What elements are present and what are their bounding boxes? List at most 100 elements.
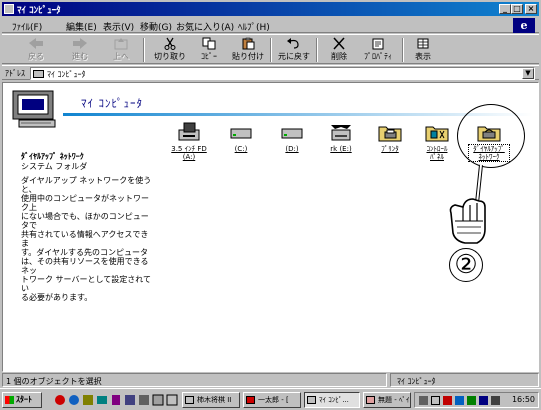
cut-button[interactable]: 切り取り: [152, 37, 188, 63]
hard-drive-icon: [230, 128, 252, 139]
toolbar-separator: [402, 38, 404, 62]
app-icon: [246, 396, 255, 404]
start-button[interactable]: ｽﾀｰﾄ: [2, 392, 42, 408]
item-drive-c[interactable]: (C:): [221, 121, 261, 153]
info-description: ダイヤルアップ ネットワークを使うと、 使用中のコンピュータがネットワーク上 に…: [21, 176, 152, 302]
maximize-button[interactable]: □: [511, 4, 523, 14]
up-folder-icon: [114, 38, 128, 50]
status-bar: 1 個のオブジェクトを選択 ﾏｲ ｺﾝﾋﾟｭｰﾀ: [2, 373, 539, 387]
taskbar: ｽﾀｰﾄ 柿木将棋 II 一太郎 - [ ﾏｲ ｺﾝﾋﾟ... 無題 - ﾍﾟｲ…: [0, 388, 541, 410]
system-tray: 16:50: [414, 392, 539, 408]
folder-content: ﾏｲ ｺﾝﾋﾟｭｰﾀ ﾀﾞｲﾔﾙｱｯﾌﾟ ﾈｯﾄﾜｰｸ システム フォルダ ダイ…: [2, 82, 539, 372]
menu-go[interactable]: 移動(G): [140, 20, 172, 33]
back-button[interactable]: 戻る: [16, 37, 56, 63]
address-field[interactable]: ﾏｲ ｺﾝﾋﾟｭｰﾀ ▼: [30, 67, 535, 80]
tray-icon[interactable]: [419, 396, 428, 405]
quick-launch-icon[interactable]: [152, 394, 164, 406]
tray-icon[interactable]: [455, 396, 464, 405]
floppy-drive-icon: [178, 122, 200, 141]
clock[interactable]: 16:50: [512, 395, 535, 404]
quick-launch-icon[interactable]: [82, 394, 94, 406]
hard-drive-icon: [281, 128, 303, 139]
task-my-computer[interactable]: ﾏｲ ｺﾝﾋﾟ...: [304, 392, 360, 408]
item-drive-d[interactable]: (D:): [272, 121, 312, 153]
copy-icon: [202, 37, 216, 50]
ie-logo-icon: e: [513, 18, 535, 33]
delete-button[interactable]: 削除: [324, 37, 354, 63]
scissors-icon: [164, 37, 176, 50]
step-number-badge: ②: [449, 248, 483, 282]
windows-logo-icon: [5, 396, 14, 404]
toolbar-separator: [143, 38, 145, 62]
address-bar: ｱﾄﾞﾚｽ ﾏｲ ｺﾝﾋﾟｭｰﾀ ▼: [2, 65, 539, 80]
forward-button[interactable]: 進む: [60, 37, 100, 63]
quick-launch-icon[interactable]: [96, 394, 108, 406]
properties-button[interactable]: ﾌﾟﾛﾊﾟﾃｨ: [358, 37, 398, 63]
address-label: ｱﾄﾞﾚｽ: [5, 69, 25, 78]
tray-icon[interactable]: [443, 396, 452, 405]
menu-bar: ﾌｧｲﾙ(F) 編集(E) 表示(V) 移動(G) お気に入り(A) ﾍﾙﾌﾟ(…: [2, 17, 539, 33]
paste-button[interactable]: 貼り付け: [230, 37, 266, 63]
task-shogi[interactable]: 柿木将棋 II: [182, 392, 240, 408]
my-computer-window: ﾏｲ ｺﾝﾋﾟｭｰﾀ _ □ × ﾌｧｲﾙ(F) 編集(E) 表示(V) 移動(…: [0, 0, 541, 410]
quick-launch-icon[interactable]: [166, 394, 178, 406]
tray-icon[interactable]: [467, 396, 476, 405]
item-printers[interactable]: ﾌﾟﾘﾝﾀ: [370, 121, 410, 153]
task-ichitaro[interactable]: 一太郎 - [: [243, 392, 301, 408]
undo-button[interactable]: 元に戻す: [276, 37, 312, 63]
status-right-pane: ﾏｲ ｺﾝﾋﾟｭｰﾀ: [390, 373, 539, 387]
app-icon: [185, 396, 194, 404]
forward-arrow-icon: [73, 38, 87, 49]
my-computer-small-icon: [4, 4, 14, 14]
address-dropdown-button[interactable]: ▼: [522, 68, 534, 79]
speaker-icon[interactable]: [491, 396, 500, 405]
minimize-button[interactable]: _: [499, 4, 511, 14]
tray-icon[interactable]: [479, 396, 488, 405]
header-divider: [63, 113, 533, 116]
undo-icon: [287, 38, 299, 49]
views-button[interactable]: 表示: [408, 37, 438, 63]
paste-clipboard-icon: [242, 37, 255, 50]
back-arrow-icon: [29, 38, 43, 49]
my-computer-small-icon: [33, 70, 44, 78]
status-location-text: ﾏｲ ｺﾝﾋﾟｭｰﾀ: [397, 377, 436, 386]
menu-favorites[interactable]: お気に入り(A): [176, 20, 234, 33]
properties-icon: [372, 38, 384, 50]
control-panel-icon: [425, 126, 449, 142]
title-bar[interactable]: ﾏｲ ｺﾝﾋﾟｭｰﾀ _ □ ×: [2, 2, 539, 16]
highlight-circle: [457, 104, 525, 168]
toolbar: 戻る 進む 上へ 切り取り ｺﾋﾟｰ 貼り付け 元に戻す 削除 ﾌﾟﾛﾊﾟﾃｨ …: [2, 34, 539, 64]
menu-edit[interactable]: 編集(E): [66, 20, 97, 33]
folder-title: ﾏｲ ｺﾝﾋﾟｭｰﾀ: [81, 97, 143, 110]
cd-drive-icon: [331, 125, 351, 141]
app-icon: [307, 396, 316, 404]
quick-launch-icon[interactable]: [138, 394, 150, 406]
menu-help[interactable]: ﾍﾙﾌﾟ(H): [238, 20, 270, 33]
menu-view[interactable]: 表示(V): [103, 20, 134, 33]
item-drive-e[interactable]: rk (E:): [321, 121, 361, 153]
delete-x-icon: [333, 37, 345, 50]
toolbar-separator: [316, 38, 318, 62]
views-grid-icon: [417, 38, 429, 49]
address-value: ﾏｲ ｺﾝﾋﾟｭｰﾀ: [47, 70, 86, 79]
toolbar-separator: [270, 38, 272, 62]
quick-launch-icon[interactable]: [54, 394, 66, 406]
up-button[interactable]: 上へ: [106, 37, 136, 63]
item-floppy-a[interactable]: 3.5 ｲﾝﾁ FD (A:): [169, 121, 209, 161]
my-computer-large-icon: [12, 90, 56, 128]
app-icon: [366, 396, 375, 404]
close-button[interactable]: ×: [525, 4, 537, 14]
pointing-hand-icon: [449, 164, 486, 244]
printers-folder-icon: [378, 126, 402, 142]
copy-button[interactable]: ｺﾋﾟｰ: [194, 37, 224, 63]
task-paint[interactable]: 無題 - ﾍﾟｲ...: [363, 392, 411, 408]
quick-launch-icon[interactable]: [124, 394, 136, 406]
tray-icon[interactable]: [431, 396, 440, 405]
quick-launch-icon[interactable]: [110, 394, 122, 406]
ie-quick-launch-icon[interactable]: [68, 394, 80, 406]
menu-file[interactable]: ﾌｧｲﾙ(F): [12, 20, 42, 33]
window-title: ﾏｲ ｺﾝﾋﾟｭｰﾀ: [17, 6, 61, 16]
status-left-pane: 1 個のオブジェクトを選択: [2, 373, 387, 387]
item-control-panel[interactable]: ｺﾝﾄﾛｰﾙ ﾊﾟﾈﾙ: [417, 121, 457, 161]
info-item-type: システム フォルダ: [21, 162, 88, 171]
